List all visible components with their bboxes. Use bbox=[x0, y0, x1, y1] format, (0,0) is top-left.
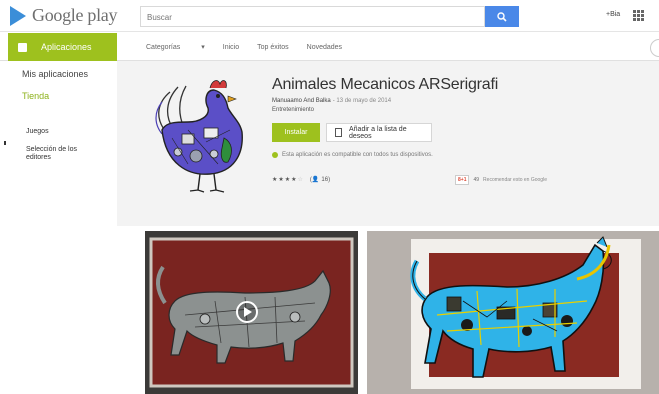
apps-grid-icon[interactable] bbox=[633, 10, 644, 21]
search-button[interactable] bbox=[485, 6, 519, 27]
scroll-handle[interactable] bbox=[4, 141, 6, 145]
install-button[interactable]: Instalar bbox=[272, 123, 320, 142]
compatibility-text: Esta aplicación es compatible con todos … bbox=[282, 152, 433, 158]
google-plus-recommend: 8+1 49 Recomendar esto en Google bbox=[455, 175, 547, 185]
rating-summary[interactable]: ★★★★☆ (👤 16) bbox=[272, 176, 330, 184]
apps-section-tab[interactable]: Aplicaciones bbox=[8, 33, 117, 61]
play-video-button[interactable] bbox=[236, 301, 258, 323]
star-empty-icon: ☆ bbox=[297, 177, 304, 183]
screenshot-ar-cat[interactable] bbox=[367, 231, 659, 394]
review-count: 16 bbox=[321, 176, 329, 183]
search-icon bbox=[497, 11, 507, 22]
app-icon-mechanical-hen bbox=[155, 80, 243, 193]
shopping-bag-icon bbox=[18, 42, 27, 52]
developer-line: Manuaamo And Balka - 13 de mayo de 2014 bbox=[272, 98, 391, 104]
rating-stars: ★★★★☆ bbox=[272, 177, 304, 183]
compatibility-notice: Esta aplicación es compatible con todos … bbox=[272, 152, 433, 158]
ar-cat-image bbox=[367, 231, 659, 394]
logo-text: Google play bbox=[32, 5, 118, 25]
screenshot-video-thumbnail[interactable] bbox=[145, 231, 358, 394]
nav-top-charts[interactable]: Top éxitos bbox=[257, 44, 289, 51]
sidebar-item-games[interactable]: Juegos bbox=[26, 128, 49, 136]
check-icon bbox=[272, 152, 278, 158]
gplus-count: 49 bbox=[473, 177, 480, 183]
play-icon bbox=[244, 307, 252, 317]
wishlist-label: Añadir a la lista de deseos bbox=[349, 125, 407, 140]
nav-categories[interactable]: Categorías ▾ bbox=[146, 43, 205, 51]
developer-link[interactable]: Manuaamo And Balka bbox=[272, 98, 331, 104]
category-bar: Aplicaciones Categorías ▾ Inicio Top éxit… bbox=[0, 33, 659, 61]
sidebar-item-store[interactable]: Tienda bbox=[22, 91, 49, 101]
app-category-link[interactable]: Entretenimiento bbox=[272, 107, 314, 113]
nav-home[interactable]: Inicio bbox=[223, 44, 239, 51]
chevron-down-icon: ▾ bbox=[201, 44, 205, 51]
person-icon: 👤 bbox=[311, 177, 320, 183]
google-plus-user-link[interactable]: +Bia bbox=[606, 11, 620, 18]
gplus-one-button[interactable]: 8+1 bbox=[455, 175, 470, 185]
sidebar-item-my-apps[interactable]: Mis aplicaciones bbox=[22, 69, 88, 79]
play-logo-icon bbox=[10, 5, 26, 26]
google-play-logo[interactable]: Google play bbox=[10, 5, 117, 26]
apps-section-label: Aplicaciones bbox=[41, 42, 92, 52]
nav-new-releases[interactable]: Novedades bbox=[307, 44, 342, 51]
nav-links: Categorías ▾ Inicio Top éxitos Novedades bbox=[146, 33, 360, 61]
add-to-wishlist-button[interactable]: Añadir a la lista de deseos bbox=[326, 123, 432, 142]
top-bar: Google play +Bia bbox=[0, 0, 659, 32]
sidebar-item-editors-choice[interactable]: Selección de los editores bbox=[26, 146, 96, 162]
app-title: Animales Mecanicos ARSerigrafi bbox=[272, 76, 499, 93]
release-date: - 13 de mayo de 2014 bbox=[332, 98, 392, 104]
gplus-text: Recomendar esto en Google bbox=[483, 177, 547, 183]
bookmark-icon bbox=[335, 128, 342, 137]
sidebar: Mis aplicaciones Tienda Juegos Selección… bbox=[8, 61, 117, 226]
search-input[interactable] bbox=[141, 8, 484, 27]
search-box[interactable] bbox=[140, 6, 485, 27]
